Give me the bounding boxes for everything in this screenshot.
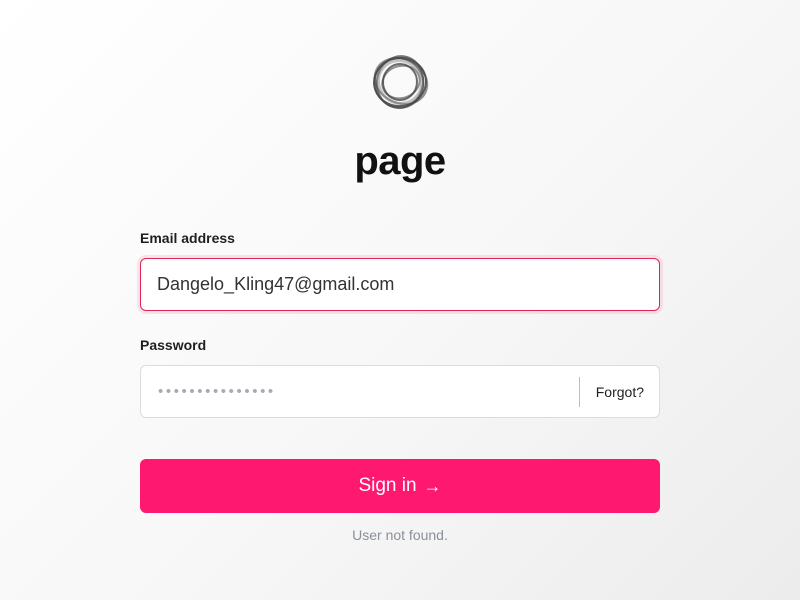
status-message: User not found. [352,527,448,543]
email-field-box[interactable] [140,258,660,311]
email-label: Email address [140,230,235,246]
sign-in-button[interactable]: Sign in → [140,459,660,513]
forgot-password-link[interactable]: Forgot? [580,384,659,400]
password-field[interactable]: ••••••••••••••• [141,383,579,400]
brand-name: page [354,139,446,183]
sign-in-label: Sign in [358,475,417,496]
email-field[interactable] [157,274,643,295]
ring-logo-icon [373,55,429,109]
password-field-box[interactable]: ••••••••••••••• Forgot? [140,365,660,418]
password-label: Password [140,337,207,353]
arrow-right-icon: → [423,476,442,496]
